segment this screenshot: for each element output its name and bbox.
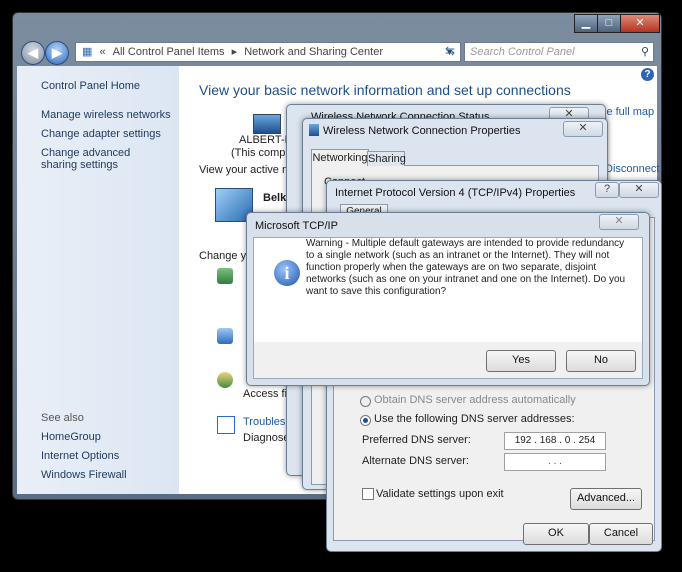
validate-label: Validate settings upon exit: [376, 488, 504, 500]
network-adapter-icon: [309, 124, 319, 136]
tab-sharing[interactable]: Sharing: [367, 151, 406, 166]
use-dns-radio[interactable]: [360, 415, 371, 426]
tcpip-alert-dialog: Microsoft TCP/IP ✕ i Warning - Multiple …: [246, 212, 650, 386]
alert-close-button[interactable]: ✕: [599, 214, 639, 230]
see-also-firewall[interactable]: Windows Firewall: [41, 469, 127, 481]
sidebar: Control Panel Home Manage wireless netwo…: [17, 66, 179, 494]
disconnect-link[interactable]: Disconnect: [605, 163, 659, 175]
computer-icon: [253, 114, 281, 134]
alternate-dns-input[interactable]: . . .: [504, 453, 606, 471]
validate-checkbox[interactable]: [362, 488, 374, 500]
breadcrumb-arrow-icon: ▸: [231, 46, 238, 58]
sidebar-item-adapter[interactable]: Change adapter settings: [41, 128, 161, 140]
page-title: View your basic network information and …: [199, 82, 571, 98]
obtain-dns-label: Obtain DNS server address automatically: [374, 394, 576, 406]
see-also-heading: See also: [41, 412, 84, 424]
preferred-dns-label: Preferred DNS server:: [362, 434, 471, 446]
info-icon: i: [274, 260, 300, 286]
back-icon[interactable]: ◀: [21, 41, 45, 65]
tab-networking[interactable]: Networking: [311, 149, 369, 166]
alert-message: Warning - Multiple default gateways are …: [306, 238, 626, 297]
alternate-dns-label: Alternate DNS server:: [362, 455, 469, 467]
homegroup-icon: [217, 372, 233, 388]
breadcrumb[interactable]: ▦ « All Control Panel Items ▸ Network an…: [75, 42, 461, 62]
maximize-button[interactable]: □: [597, 14, 621, 33]
cancel-button[interactable]: Cancel: [589, 523, 653, 545]
properties-close-button[interactable]: ✕: [563, 121, 603, 137]
ipv4-dialog-title: Internet Protocol Version 4 (TCP/IPv4) P…: [335, 187, 576, 199]
search-input[interactable]: Search Control Panel ⚲: [464, 42, 654, 62]
troubleshoot-icon: [217, 416, 235, 434]
obtain-dns-radio[interactable]: [360, 396, 371, 407]
refresh-icon[interactable]: ⇆: [441, 42, 459, 60]
see-also-internet-options[interactable]: Internet Options: [41, 450, 119, 462]
advanced-button[interactable]: Advanced...: [570, 488, 642, 510]
properties-dialog-title: Wireless Network Connection Properties: [323, 125, 521, 137]
ipv4-close-button[interactable]: ✕: [619, 182, 659, 198]
sidebar-item-sharing[interactable]: Change advanced sharing settings: [41, 147, 166, 171]
preferred-dns-input[interactable]: 192 . 168 . 0 . 254: [504, 432, 606, 450]
forward-icon[interactable]: ▶: [45, 41, 69, 65]
search-placeholder: Search Control Panel: [470, 46, 575, 58]
minimize-button[interactable]: ▁: [574, 14, 598, 33]
see-also-homegroup[interactable]: HomeGroup: [41, 431, 101, 443]
breadcrumb-item[interactable]: Network and Sharing Center: [244, 46, 383, 58]
breadcrumb-item[interactable]: All Control Panel Items: [113, 46, 225, 58]
control-panel-icon: ▦: [82, 46, 93, 58]
address-bar: ◀ ▶ ▦ « All Control Panel Items ▸ Networ…: [17, 40, 657, 65]
no-button[interactable]: No: [566, 350, 636, 372]
yes-button[interactable]: Yes: [486, 350, 556, 372]
breadcrumb-chevrons: «: [99, 46, 106, 58]
search-icon[interactable]: ⚲: [641, 43, 649, 61]
connect-network-icon: [217, 328, 233, 344]
close-button[interactable]: ✕: [620, 14, 660, 33]
ok-button[interactable]: OK: [523, 523, 589, 545]
setup-connection-icon: [217, 268, 233, 284]
alert-body: i Warning - Multiple default gateways ar…: [253, 237, 643, 379]
alert-title: Microsoft TCP/IP: [255, 220, 338, 232]
ipv4-help-button[interactable]: ?: [595, 182, 619, 198]
help-icon[interactable]: ?: [641, 68, 654, 81]
sidebar-item-wireless[interactable]: Manage wireless networks: [41, 109, 171, 121]
use-dns-label: Use the following DNS server addresses:: [374, 413, 575, 425]
sidebar-item-home[interactable]: Control Panel Home: [41, 80, 140, 92]
